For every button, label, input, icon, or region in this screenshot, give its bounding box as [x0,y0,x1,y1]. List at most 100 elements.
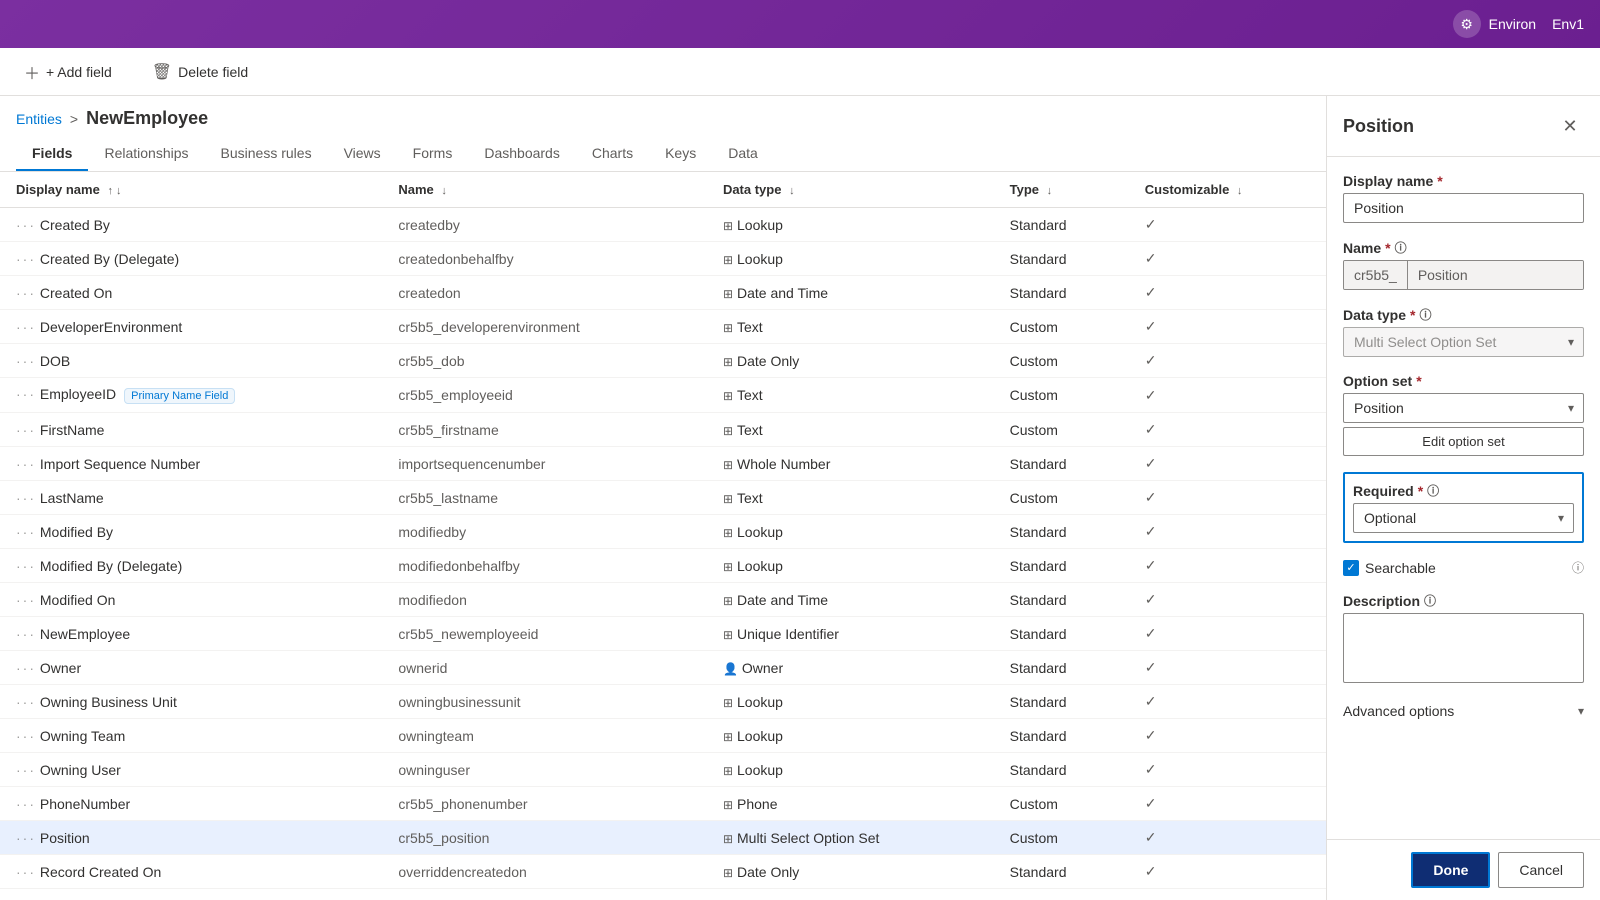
close-panel-button[interactable]: ✕ [1556,112,1584,140]
row-menu-dots[interactable]: ··· [16,626,36,642]
customizable-check-icon: ✓ [1145,795,1157,811]
row-menu-dots[interactable]: ··· [16,285,36,301]
table-row[interactable]: ··· Record Created Onoverriddencreatedon… [0,855,1326,889]
table-row[interactable]: ··· PhoneNumbercr5b5_phonenumber⊞PhoneCu… [0,787,1326,821]
data-type-icon: ⊞ [723,628,733,642]
col-type: Type ↓ [994,172,1129,208]
table-row[interactable]: ··· Created Oncreatedon⊞Date and TimeSta… [0,276,1326,310]
done-button[interactable]: Done [1411,852,1490,888]
row-menu-dots[interactable]: ··· [16,762,36,778]
row-data-type: ⊞Text [707,481,994,515]
table-row[interactable]: ··· DeveloperEnvironmentcr5b5_developere… [0,310,1326,344]
customizable-check-icon: ✓ [1145,863,1157,879]
customizable-check-icon: ✓ [1145,387,1157,403]
table-row[interactable]: ··· Modified By (Delegate)modifiedonbeha… [0,549,1326,583]
table-row[interactable]: ··· Created By (Delegate)createdonbehalf… [0,242,1326,276]
data-type-select[interactable]: Multi Select Option Set [1343,327,1584,357]
table-row[interactable]: ··· Owning Userowninguser⊞LookupStandard… [0,753,1326,787]
table-row[interactable]: ··· Created Bycreatedby⊞LookupStandard✓ [0,208,1326,242]
searchable-checkbox[interactable]: ✓ [1343,560,1359,576]
required-info-icon[interactable]: ⓘ [1427,482,1439,499]
edit-option-set-button[interactable]: Edit option set [1343,427,1584,456]
row-menu-dots[interactable]: ··· [16,864,36,880]
row-type: Standard [994,719,1129,753]
table-row[interactable]: ··· Owning Teamowningteam⊞LookupStandard… [0,719,1326,753]
row-menu-dots[interactable]: ··· [16,251,36,267]
table-row[interactable]: ··· Positioncr5b5_position⊞Multi Select … [0,821,1326,855]
data-type-info-icon[interactable]: ⓘ [1419,306,1431,323]
environment-info: ⚙ Environ Env1 [1453,10,1584,38]
row-data-type: ⊞Lookup [707,719,994,753]
option-set-required-star: * [1416,373,1421,389]
searchable-info-icon[interactable]: ⓘ [1572,559,1584,576]
row-menu-dots[interactable]: ··· [16,592,36,608]
row-menu-dots[interactable]: ··· [16,728,36,744]
row-menu-dots[interactable]: ··· [16,456,36,472]
row-display-name: Owning Business Unit [40,694,177,710]
breadcrumb-parent[interactable]: Entities [16,111,62,127]
row-name: createdby [382,208,707,242]
customizable-check-icon: ✓ [1145,727,1157,743]
description-textarea[interactable] [1343,613,1584,683]
tab-views[interactable]: Views [328,137,397,171]
row-menu-dots[interactable]: ··· [16,694,36,710]
row-menu-dots[interactable]: ··· [16,353,36,369]
table-row[interactable]: ··· Modified Bymodifiedby⊞LookupStandard… [0,515,1326,549]
row-menu-dots[interactable]: ··· [16,422,36,438]
row-type: Standard [994,549,1129,583]
row-menu-dots[interactable]: ··· [16,217,36,233]
row-data-type: 👤Owner [707,651,994,685]
row-menu-dots[interactable]: ··· [16,796,36,812]
required-star: * [1437,173,1442,189]
tab-business-rules[interactable]: Business rules [205,137,328,171]
name-info-icon[interactable]: ⓘ [1395,239,1407,256]
row-customizable: ✓ [1129,549,1326,583]
row-menu-dots[interactable]: ··· [16,386,36,402]
add-field-button[interactable]: ＋ + Add field [16,56,120,88]
table-row[interactable]: ··· Modified Onmodifiedon⊞Date and TimeS… [0,583,1326,617]
table-row[interactable]: ··· FirstNamecr5b5_firstname⊞TextCustom✓ [0,413,1326,447]
row-menu-dots[interactable]: ··· [16,524,36,540]
breadcrumb-separator: > [70,111,78,127]
tab-fields[interactable]: Fields [16,137,88,171]
table-row[interactable]: ··· EmployeeIDPrimary Name Fieldcr5b5_em… [0,378,1326,413]
row-data-type: ⊞Text [707,378,994,413]
row-name: cr5b5_position [382,821,707,855]
col-display-name: Display name ↑ ↓ [0,172,382,208]
required-select[interactable]: Optional Business Recommended Business R… [1353,503,1574,533]
cancel-button[interactable]: Cancel [1498,852,1584,888]
row-menu-dots[interactable]: ··· [16,319,36,335]
row-menu-dots[interactable]: ··· [16,490,36,506]
required-inner: Required * ⓘ Optional Business Recommend… [1353,482,1574,533]
row-customizable: ✓ [1129,787,1326,821]
tab-data[interactable]: Data [712,137,774,171]
table-row[interactable]: ··· Owning Business Unitowningbusinessun… [0,685,1326,719]
row-data-type: ⊞Text [707,413,994,447]
table-row[interactable]: ··· Import Sequence Numberimportsequence… [0,447,1326,481]
row-data-type: ⊞Whole Number [707,447,994,481]
description-info-icon[interactable]: ⓘ [1424,592,1436,609]
delete-field-button[interactable]: 🗑 Delete field [144,58,256,86]
advanced-options-row[interactable]: Advanced options ▾ [1343,699,1584,723]
searchable-checkbox-wrapper[interactable]: ✓ Searchable [1343,560,1436,576]
table-row[interactable]: ··· DOBcr5b5_dob⊞Date OnlyCustom✓ [0,344,1326,378]
tab-keys[interactable]: Keys [649,137,712,171]
row-menu-dots[interactable]: ··· [16,830,36,846]
table-row[interactable]: ··· LastNamecr5b5_lastname⊞TextCustom✓ [0,481,1326,515]
table-row[interactable]: ··· NewEmployeecr5b5_newemployeeid⊞Uniqu… [0,617,1326,651]
tab-forms[interactable]: Forms [397,137,469,171]
customizable-check-icon: ✓ [1145,318,1157,334]
row-display-name: Modified On [40,592,115,608]
row-menu-dots[interactable]: ··· [16,558,36,574]
table-row[interactable]: ··· Ownerownerid👤OwnerStandard✓ [0,651,1326,685]
name-suffix-input[interactable] [1408,261,1584,289]
action-bar: ＋ + Add field 🗑 Delete field [0,48,1600,96]
display-name-input[interactable] [1343,193,1584,223]
tab-relationships[interactable]: Relationships [88,137,204,171]
tab-charts[interactable]: Charts [576,137,649,171]
table-row[interactable]: ··· ReportingManagercr5b5_reportingmanag… [0,889,1326,900]
tab-dashboards[interactable]: Dashboards [468,137,576,171]
row-menu-dots[interactable]: ··· [16,660,36,676]
option-set-select[interactable]: Position [1343,393,1584,423]
row-type: Custom [994,889,1129,900]
